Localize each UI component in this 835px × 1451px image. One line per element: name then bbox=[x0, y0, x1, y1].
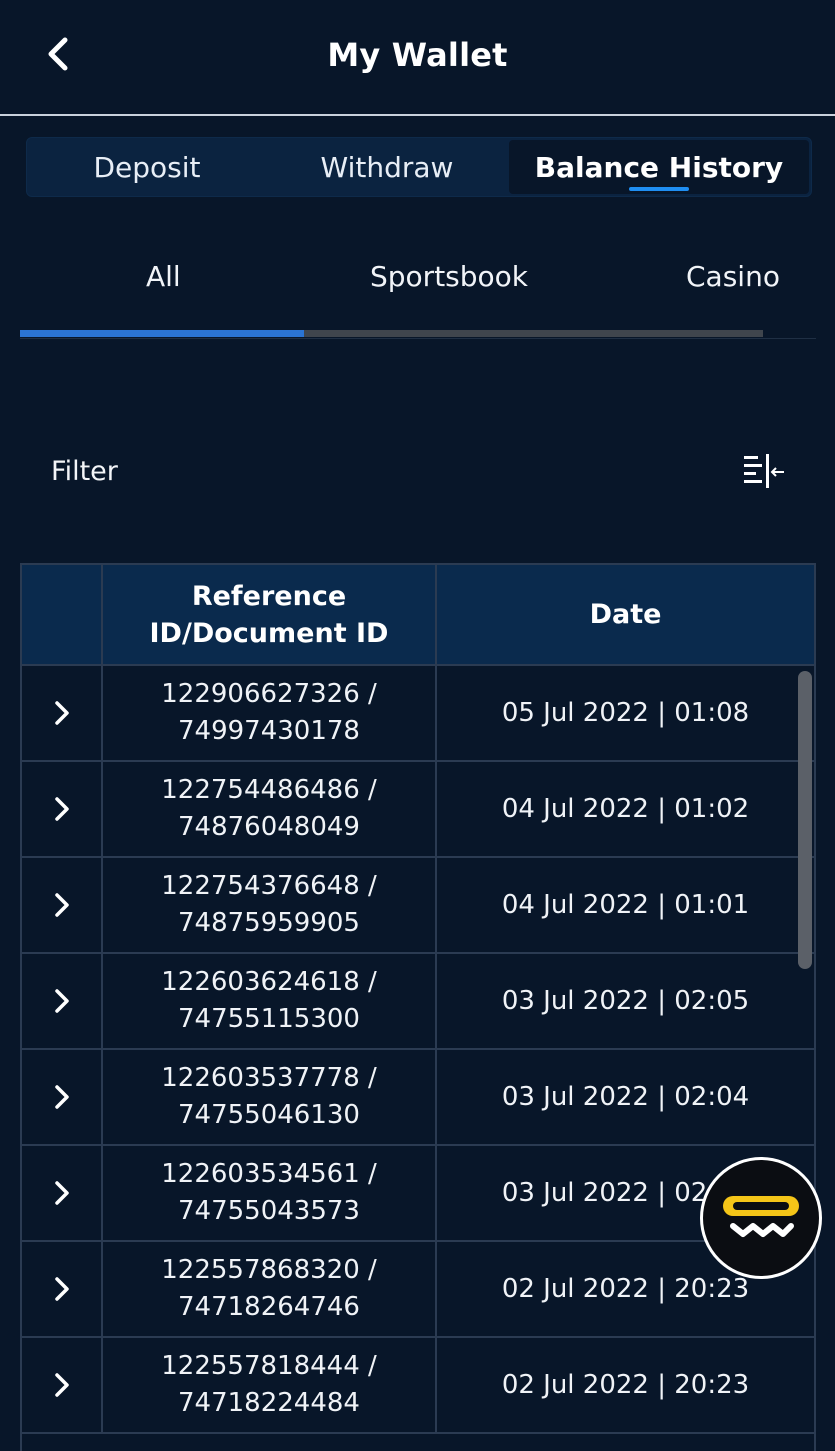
chevron-right-icon bbox=[54, 1181, 69, 1205]
subtab-casino[interactable]: Casino bbox=[686, 260, 780, 293]
date-cell: 04 Jul 2022 | 01:01 bbox=[501, 890, 750, 920]
subtab-sportsbook[interactable]: Sportsbook bbox=[370, 260, 528, 293]
table-row[interactable]: 122603624618 / 74755115300 03 Jul 2022 | … bbox=[22, 954, 814, 1050]
active-tab-underline bbox=[629, 187, 689, 191]
column-header-reference-line2: ID/Document ID bbox=[149, 617, 389, 649]
tab-withdraw-label: Withdraw bbox=[320, 150, 454, 184]
tab-deposit-label: Deposit bbox=[93, 150, 201, 184]
chat-support-button[interactable] bbox=[700, 1157, 822, 1279]
date-cell: 05 Jul 2022 | 01:08 bbox=[501, 698, 750, 728]
history-category-tabs: All Sportsbook Casino bbox=[20, 240, 816, 340]
chat-support-icon bbox=[723, 1196, 799, 1237]
column-header-reference: Reference ID/Document ID bbox=[103, 565, 437, 664]
reference-id: 122754486486 / bbox=[161, 775, 377, 805]
reference-id: 122906627326 / bbox=[161, 679, 377, 709]
table-row[interactable]: 122557868320 /74718264746 02 Jul 2022 | … bbox=[22, 1242, 814, 1338]
row-expand-button[interactable] bbox=[22, 1242, 103, 1336]
reference-id: 122603624618 / bbox=[161, 967, 377, 997]
reference-cell: 122754486486 / 74876048049 bbox=[103, 762, 437, 856]
reference-cell: 122906627326 / 74997430178 bbox=[103, 666, 437, 760]
document-id: 74755043573 bbox=[178, 1196, 360, 1226]
table-row[interactable]: 122754486486 / 74876048049 04 Jul 2022 | … bbox=[22, 762, 814, 858]
row-expand-button[interactable] bbox=[22, 858, 103, 952]
expand-column-header bbox=[22, 565, 103, 664]
row-expand-button[interactable] bbox=[22, 954, 103, 1048]
tab-balance-history[interactable]: Balance History bbox=[509, 140, 809, 194]
document-id: 74875959905 bbox=[178, 908, 360, 938]
column-header-date: Date bbox=[589, 599, 662, 630]
table-row[interactable]: 122754376648 / 74875959905 04 Jul 2022 | … bbox=[22, 858, 814, 954]
chevron-right-icon bbox=[54, 1277, 69, 1301]
column-header-reference-line1: Reference bbox=[191, 580, 347, 612]
row-expand-button[interactable] bbox=[22, 1050, 103, 1144]
chevron-right-icon bbox=[54, 797, 69, 821]
subtab-active-indicator bbox=[20, 330, 304, 337]
table-row[interactable]: 122906627326 / 74997430178 05 Jul 2022 | … bbox=[22, 666, 814, 762]
row-expand-button[interactable] bbox=[22, 762, 103, 856]
table-header: Reference ID/Document ID Date bbox=[22, 565, 814, 666]
tab-deposit[interactable]: Deposit bbox=[27, 138, 267, 196]
app-header: My Wallet bbox=[0, 0, 835, 116]
table-scrollbar[interactable] bbox=[798, 671, 812, 969]
chevron-right-icon bbox=[54, 989, 69, 1013]
wallet-tabs: Deposit Withdraw Balance History bbox=[26, 137, 812, 197]
reference-id: 122754376648 / bbox=[161, 871, 377, 901]
document-id: 74718264746 bbox=[178, 1292, 360, 1322]
reference-id: 122603534561 / bbox=[161, 1159, 377, 1189]
document-id: 74876048049 bbox=[178, 812, 360, 842]
filter-collapse-icon[interactable] bbox=[742, 452, 786, 492]
filter-label: Filter bbox=[51, 456, 118, 487]
balance-history-table: Reference ID/Document ID Date 1229066273… bbox=[20, 563, 816, 1451]
tab-balance-history-label: Balance History bbox=[534, 150, 784, 184]
chevron-right-icon bbox=[54, 893, 69, 917]
tab-withdraw[interactable]: Withdraw bbox=[267, 138, 507, 196]
document-id: 74755046130 bbox=[178, 1100, 360, 1130]
reference-id: 122557868320 / bbox=[161, 1255, 377, 1285]
row-expand-button[interactable] bbox=[22, 1146, 103, 1240]
date-cell: 03 Jul 2022 | 02:05 bbox=[501, 986, 750, 1016]
chevron-right-icon bbox=[54, 1373, 69, 1397]
chevron-right-icon bbox=[54, 701, 69, 725]
reference-cell: 122557818444 / 74718224484 bbox=[103, 1338, 437, 1432]
table-row[interactable]: 122603534561 /74755043573 03 Jul 2022 | … bbox=[22, 1146, 814, 1242]
reference-cell: 122603624618 / 74755115300 bbox=[103, 954, 437, 1048]
document-id: 74718224484 bbox=[178, 1388, 360, 1418]
subtab-all[interactable]: All bbox=[146, 260, 181, 293]
page-title: My Wallet bbox=[327, 36, 508, 74]
date-cell: 03 Jul 2022 | 02:04 bbox=[501, 1082, 750, 1112]
document-id: 74755115300 bbox=[178, 1004, 360, 1034]
filter-row: Filter bbox=[20, 440, 816, 504]
row-expand-button[interactable] bbox=[22, 666, 103, 760]
table-row[interactable]: 122557818444 / 74718224484 02 Jul 2022 | … bbox=[22, 1338, 814, 1434]
reference-cell: 122603537778 / 74755046130 bbox=[103, 1050, 437, 1144]
chevron-right-icon bbox=[54, 1085, 69, 1109]
subtab-divider bbox=[20, 338, 816, 339]
table-row[interactable]: 122603537778 / 74755046130 03 Jul 2022 | … bbox=[22, 1050, 814, 1146]
reference-cell: 122557868320 / 74718264746 bbox=[103, 1242, 437, 1336]
reference-id: 122557818444 / bbox=[161, 1351, 377, 1381]
date-cell: 02 Jul 2022 | 20:23 bbox=[501, 1370, 750, 1400]
reference-id: 122603537778 / bbox=[161, 1063, 377, 1093]
reference-cell: 122603534561 / 74755043573 bbox=[103, 1146, 437, 1240]
date-cell: 04 Jul 2022 | 01:02 bbox=[501, 794, 750, 824]
row-expand-button[interactable] bbox=[22, 1338, 103, 1432]
document-id: 74997430178 bbox=[178, 716, 360, 746]
reference-cell: 122754376648 / 74875959905 bbox=[103, 858, 437, 952]
